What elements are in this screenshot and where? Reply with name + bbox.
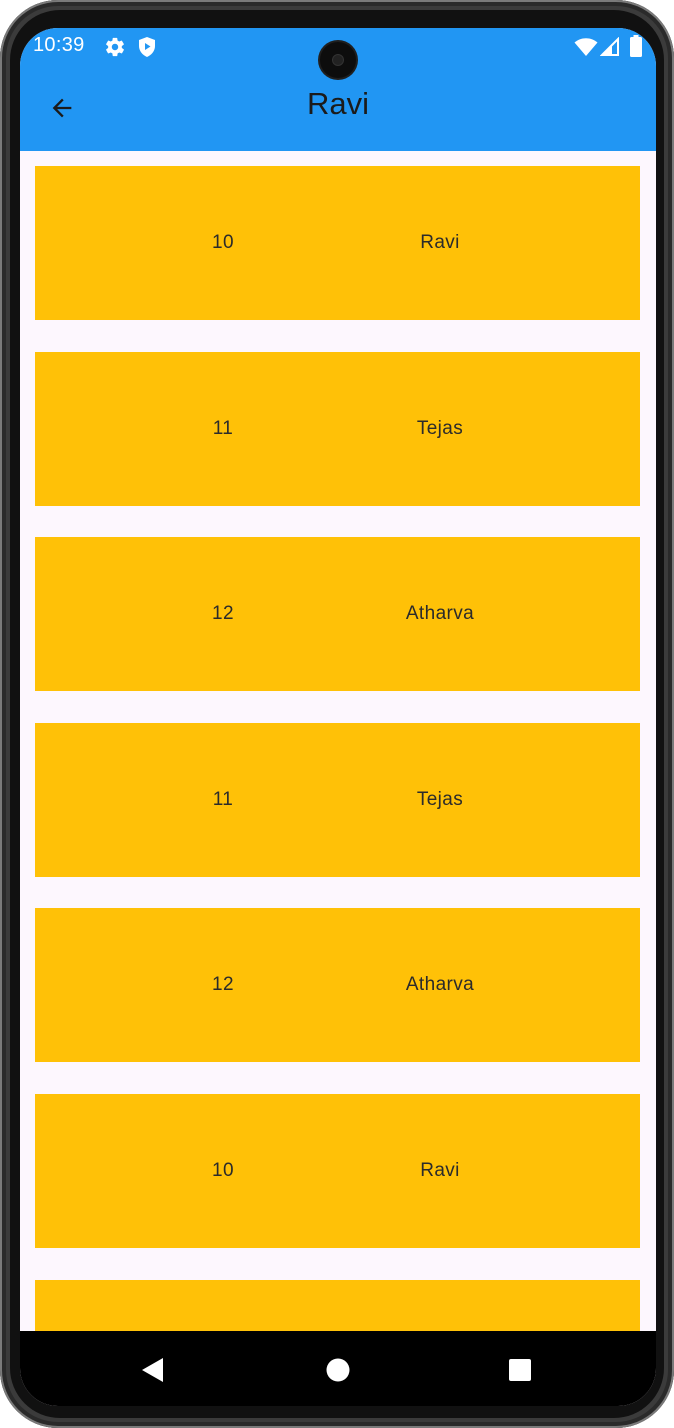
list-item[interactable]: 11 Tejas — [35, 723, 640, 877]
status-time: 10:39 — [33, 34, 85, 56]
list-item[interactable]: 12 Atharva — [35, 908, 640, 1062]
student-list[interactable]: 10 Ravi 11 Tejas 12 Atharva 11 Tejas 12 … — [20, 151, 656, 1331]
item-number: 12 — [212, 974, 234, 995]
list-item[interactable] — [35, 1280, 640, 1331]
item-number: 11 — [212, 789, 234, 810]
item-name: Ravi — [420, 1160, 460, 1181]
wifi-icon — [574, 37, 598, 61]
nav-home-button[interactable] — [316, 1348, 360, 1392]
system-nav-bar — [20, 1331, 656, 1406]
list-item[interactable]: 12 Atharva — [35, 537, 640, 691]
signal-icon — [599, 36, 620, 61]
front-camera — [320, 42, 356, 78]
item-name: Ravi — [420, 232, 460, 253]
list-item[interactable]: 10 Ravi — [35, 1094, 640, 1248]
item-name: Atharva — [405, 603, 475, 624]
item-number: 10 — [212, 232, 234, 253]
page-title: Ravi — [306, 86, 369, 121]
list-item[interactable]: 11 Tejas — [35, 352, 640, 506]
item-number: 10 — [212, 1160, 234, 1181]
item-name: Tejas — [416, 418, 464, 439]
nav-recents-button[interactable] — [498, 1348, 542, 1392]
list-item[interactable]: 10 Ravi — [35, 166, 640, 320]
item-number: 11 — [212, 418, 234, 439]
nav-back-button[interactable] — [131, 1348, 175, 1392]
gear-icon — [104, 36, 126, 62]
recents-square-icon — [509, 1359, 531, 1381]
home-circle-icon — [326, 1358, 350, 1382]
app-screen: 10:39 Ravi 10 Ravi 11 Tejas 12 Atharva 1… — [20, 28, 656, 1406]
item-name: Atharva — [405, 974, 475, 995]
item-number: 12 — [212, 603, 234, 624]
back-triangle-icon — [142, 1358, 163, 1382]
shield-play-icon — [137, 36, 157, 62]
item-name: Tejas — [416, 789, 464, 810]
battery-icon — [630, 35, 642, 61]
app-bar: 10:39 Ravi — [20, 28, 656, 151]
